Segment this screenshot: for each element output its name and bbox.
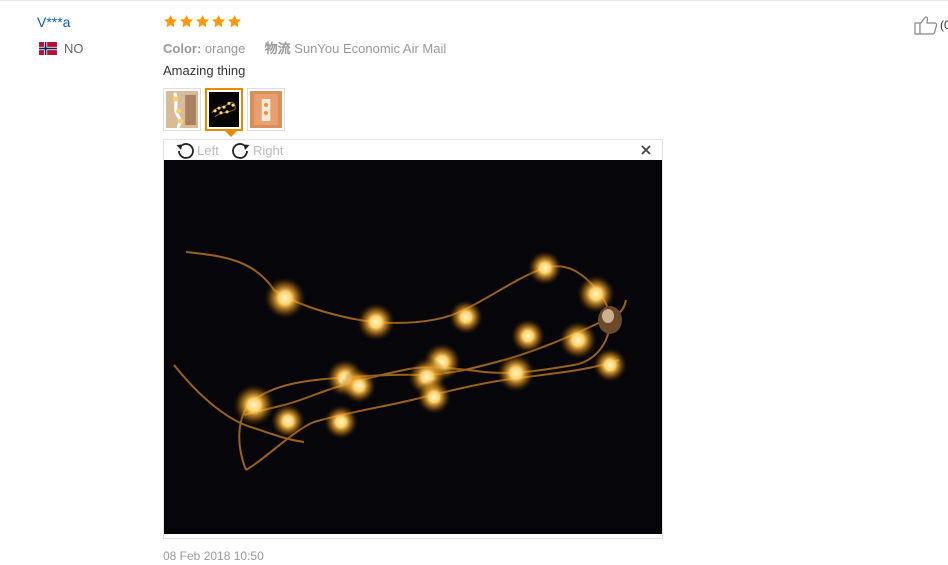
photo-thumbnail[interactable] [247, 88, 285, 131]
thumbnail-image [209, 92, 239, 127]
order-info: Color: orange 物流 SunYou Economic Air Mai… [163, 38, 446, 57]
review-date: 08 Feb 2018 10:50 [163, 549, 264, 563]
review-photo-thumbnails [163, 88, 285, 131]
photo-viewer: Left Right [163, 139, 663, 539]
rotate-right-button[interactable]: Right [230, 141, 283, 160]
top-divider [0, 0, 948, 1]
shipping-label: 物流 [264, 41, 291, 56]
color-label: Color: [163, 41, 202, 56]
country-code: NO [64, 41, 84, 56]
thumbs-up-icon [914, 16, 938, 35]
rotate-left-label: Left [197, 143, 219, 158]
helpful-like-button[interactable]: (0 [914, 15, 948, 35]
star-icon [212, 14, 225, 28]
star-rating [163, 14, 242, 29]
close-icon [641, 145, 651, 155]
thumbnail-image [250, 91, 282, 128]
close-viewer-button[interactable] [640, 144, 652, 156]
photo-thumbnail[interactable] [163, 88, 201, 131]
shipping-value: SunYou Economic Air Mail [294, 41, 447, 56]
norway-flag-icon [39, 42, 57, 55]
thumbnail-image [166, 91, 198, 128]
review-photo-large [164, 160, 662, 534]
photo-thumbnail-active[interactable] [205, 88, 243, 131]
photo-viewer-toolbar: Left Right [164, 140, 662, 160]
rotate-right-label: Right [253, 143, 284, 158]
reviewer-country: NO [38, 41, 84, 56]
color-value: orange [204, 41, 246, 56]
rotate-left-icon [176, 143, 194, 159]
reviewer-name[interactable]: V***a [37, 14, 70, 30]
rotate-left-button[interactable]: Left [174, 141, 219, 160]
like-count: (0 [940, 18, 948, 32]
active-thumbnail-pointer [225, 131, 237, 137]
star-icon [196, 14, 209, 28]
star-icon [228, 14, 241, 28]
star-icon [180, 14, 193, 28]
rotate-right-icon [232, 143, 250, 159]
review-text: Amazing thing [163, 63, 246, 78]
star-icon [164, 14, 177, 28]
